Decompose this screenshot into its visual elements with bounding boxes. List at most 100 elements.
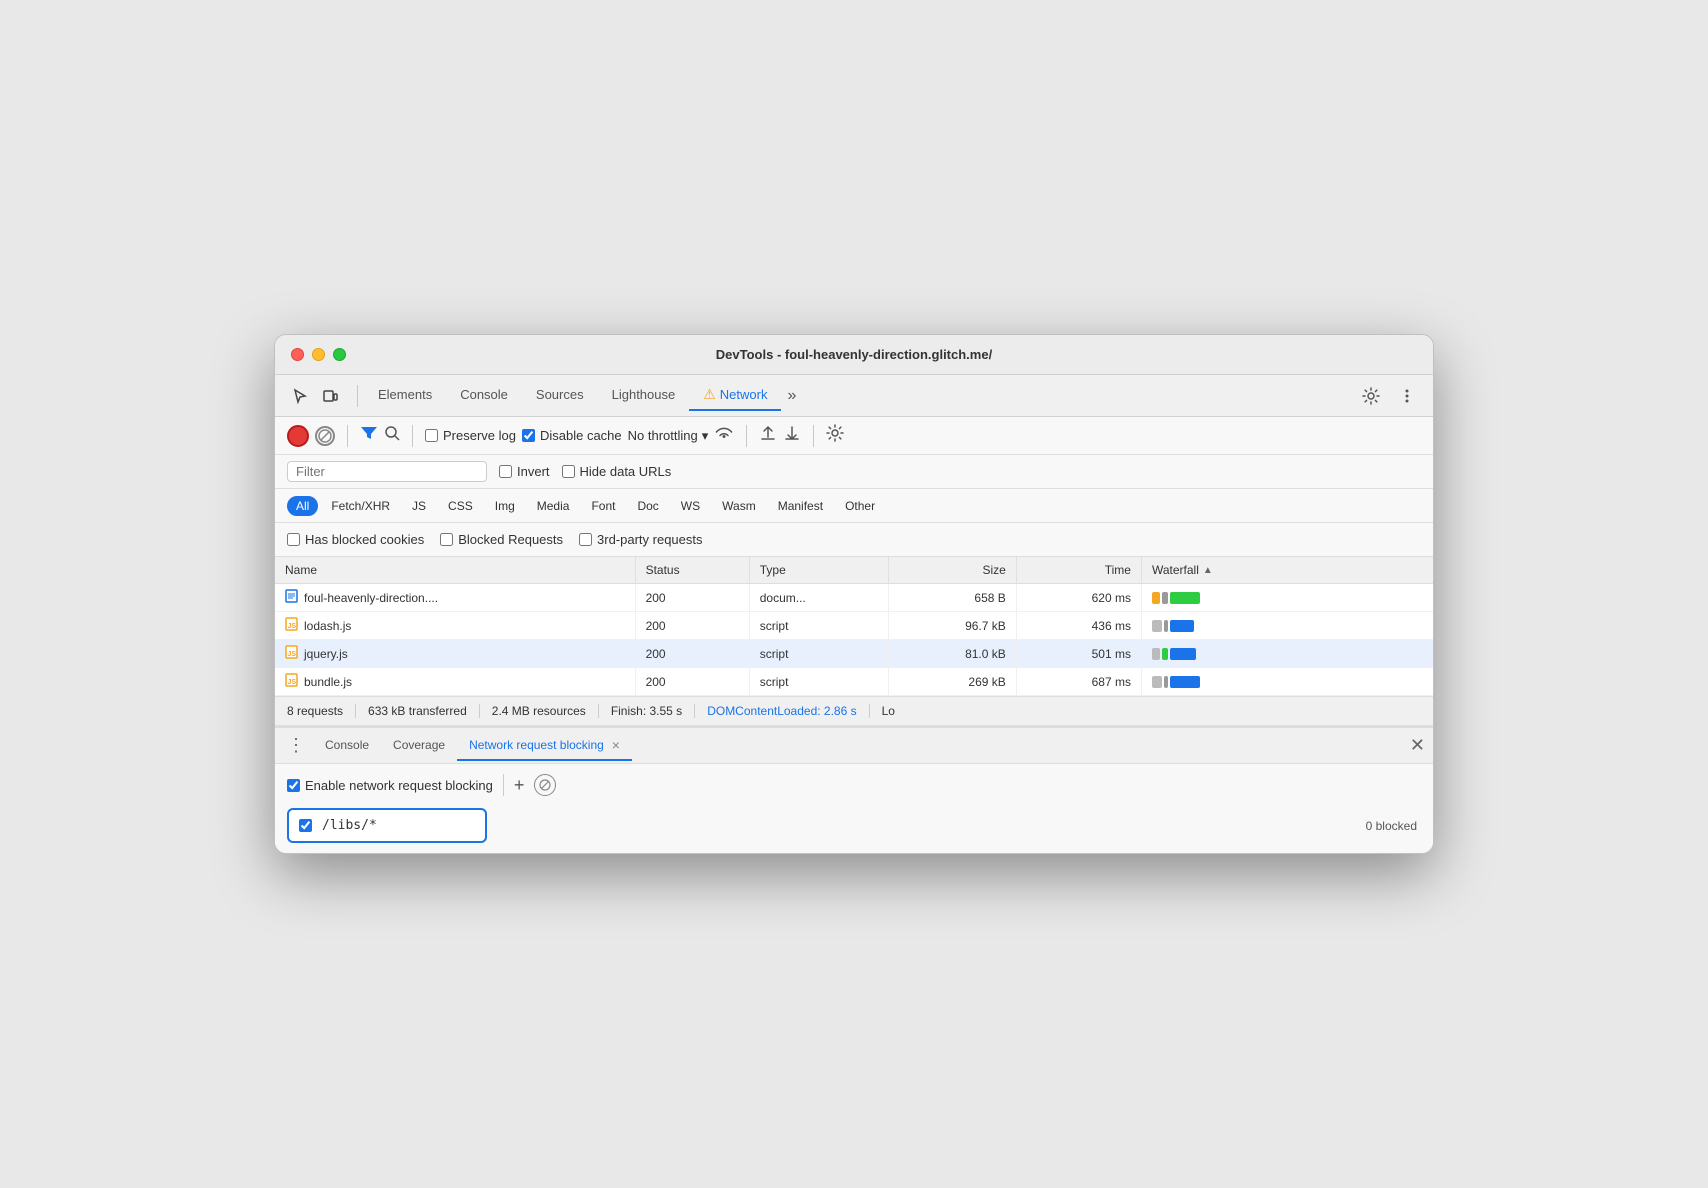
- waterfall-bar: [1162, 648, 1168, 660]
- type-btn-css[interactable]: CSS: [439, 496, 482, 516]
- network-table: Name Status Type Size Time Waterfall ▲: [275, 557, 1433, 696]
- tab-coverage[interactable]: Coverage: [381, 732, 457, 760]
- upload-icon[interactable]: [759, 424, 777, 447]
- settings-button[interactable]: [1357, 382, 1385, 410]
- close-button[interactable]: [291, 348, 304, 361]
- cell-status: 200: [635, 640, 749, 668]
- load-time: Lo: [882, 704, 907, 718]
- col-waterfall[interactable]: Waterfall ▲: [1141, 557, 1433, 584]
- filter-icon[interactable]: [360, 425, 378, 446]
- type-filter-row: All Fetch/XHR JS CSS Img Media Font Doc …: [275, 489, 1433, 523]
- blocked-requests-checkbox[interactable]: [440, 533, 453, 546]
- cursor-icon[interactable]: [287, 383, 313, 409]
- chevron-down-icon: ▾: [702, 428, 709, 444]
- type-btn-manifest[interactable]: Manifest: [769, 496, 832, 516]
- type-btn-fetch-xhr[interactable]: Fetch/XHR: [322, 496, 399, 516]
- cell-name: foul-heavenly-direction....: [275, 584, 635, 612]
- minimize-button[interactable]: [312, 348, 325, 361]
- disable-cache-checkbox[interactable]: [522, 429, 535, 442]
- more-tabs-button[interactable]: »: [781, 385, 802, 407]
- cell-type: script: [749, 640, 888, 668]
- has-blocked-cookies-label[interactable]: Has blocked cookies: [287, 532, 424, 547]
- waterfall-bar: [1164, 620, 1168, 632]
- col-size[interactable]: Size: [888, 557, 1016, 584]
- maximize-button[interactable]: [333, 348, 346, 361]
- cell-size: 81.0 kB: [888, 640, 1016, 668]
- download-icon[interactable]: [783, 424, 801, 447]
- filter-row: Invert Hide data URLs: [275, 455, 1433, 489]
- preserve-log-checkbox[interactable]: [425, 429, 438, 442]
- type-btn-ws[interactable]: WS: [672, 496, 709, 516]
- toolbar-icons: [287, 383, 343, 409]
- search-icon[interactable]: [384, 425, 400, 446]
- finish-time: Finish: 3.55 s: [611, 704, 695, 718]
- col-name[interactable]: Name: [275, 557, 635, 584]
- disable-cache-label[interactable]: Disable cache: [522, 428, 622, 443]
- record-button[interactable]: [287, 425, 309, 447]
- tab-elements[interactable]: Elements: [364, 381, 446, 410]
- cell-waterfall: [1141, 668, 1433, 696]
- has-blocked-cookies-checkbox[interactable]: [287, 533, 300, 546]
- waterfall-bar: [1164, 676, 1168, 688]
- waterfall-bar: [1170, 620, 1194, 632]
- wifi-icon[interactable]: [714, 425, 734, 446]
- type-btn-wasm[interactable]: Wasm: [713, 496, 765, 516]
- window-title: DevTools - foul-heavenly-direction.glitc…: [716, 347, 992, 362]
- bottom-tabs: ⋮ Console Coverage Network request block…: [275, 728, 1433, 764]
- tab-console-bottom[interactable]: Console: [313, 732, 381, 760]
- table-row[interactable]: JS bundle.js 200 script 269 kB 687 ms: [275, 668, 1433, 696]
- type-btn-font[interactable]: Font: [582, 496, 624, 516]
- col-time[interactable]: Time: [1016, 557, 1141, 584]
- tab-lighthouse[interactable]: Lighthouse: [598, 381, 690, 410]
- device-icon[interactable]: [317, 383, 343, 409]
- type-btn-other[interactable]: Other: [836, 496, 884, 516]
- type-btn-doc[interactable]: Doc: [628, 496, 667, 516]
- blocked-requests-label[interactable]: Blocked Requests: [440, 532, 563, 547]
- type-btn-js[interactable]: JS: [403, 496, 435, 516]
- invert-label[interactable]: Invert: [499, 464, 550, 479]
- table-row[interactable]: JS jquery.js 200 script 81.0 kB 501 ms: [275, 640, 1433, 668]
- add-rule-button[interactable]: +: [514, 775, 525, 796]
- clear-button[interactable]: [315, 426, 335, 446]
- toolbar-divider: [357, 385, 358, 407]
- close-panel-button[interactable]: ✕: [1410, 735, 1425, 756]
- table-row[interactable]: foul-heavenly-direction.... 200 docum...…: [275, 584, 1433, 612]
- panel-menu-button[interactable]: ⋮: [283, 735, 309, 756]
- tab-sources[interactable]: Sources: [522, 381, 598, 410]
- preserve-log-label[interactable]: Preserve log: [425, 428, 516, 443]
- col-status[interactable]: Status: [635, 557, 749, 584]
- filter-input[interactable]: [296, 464, 478, 479]
- table-row[interactable]: JS lodash.js 200 script 96.7 kB 436 ms: [275, 612, 1433, 640]
- cell-waterfall: [1141, 612, 1433, 640]
- throttle-select[interactable]: No throttling ▾: [628, 428, 709, 444]
- tab-network-request-blocking[interactable]: Network request blocking ×: [457, 731, 632, 761]
- rule-checkbox[interactable]: [299, 819, 312, 832]
- blocking-panel: Enable network request blocking + /libs/…: [275, 764, 1433, 853]
- enable-blocking-label[interactable]: Enable network request blocking: [287, 778, 493, 793]
- close-tab-icon[interactable]: ×: [612, 737, 620, 753]
- cell-time: 436 ms: [1016, 612, 1141, 640]
- invert-checkbox[interactable]: [499, 465, 512, 478]
- tab-network[interactable]: ⚠ Network: [689, 380, 781, 411]
- type-btn-media[interactable]: Media: [528, 496, 579, 516]
- more-options-button[interactable]: [1393, 382, 1421, 410]
- filter-input-wrap[interactable]: [287, 461, 487, 482]
- hide-data-urls-label[interactable]: Hide data URLs: [562, 464, 672, 479]
- checkbox-row: Has blocked cookies Blocked Requests 3rd…: [275, 523, 1433, 557]
- col-type[interactable]: Type: [749, 557, 888, 584]
- js-icon: JS: [285, 673, 298, 690]
- type-btn-all[interactable]: All: [287, 496, 318, 516]
- nav-tabs: Elements Console Sources Lighthouse ⚠ Ne…: [364, 380, 1357, 411]
- blocking-rule[interactable]: /libs/*: [287, 808, 487, 843]
- third-party-checkbox[interactable]: [579, 533, 592, 546]
- cell-time: 620 ms: [1016, 584, 1141, 612]
- third-party-label[interactable]: 3rd-party requests: [579, 532, 703, 547]
- clear-rules-button[interactable]: [534, 774, 556, 796]
- network-settings-icon[interactable]: [826, 424, 844, 447]
- type-btn-img[interactable]: Img: [486, 496, 524, 516]
- blocking-divider: [503, 774, 504, 796]
- hide-data-urls-checkbox[interactable]: [562, 465, 575, 478]
- enable-blocking-checkbox[interactable]: [287, 779, 300, 792]
- tab-console[interactable]: Console: [446, 381, 522, 410]
- waterfall-bar: [1152, 620, 1162, 632]
